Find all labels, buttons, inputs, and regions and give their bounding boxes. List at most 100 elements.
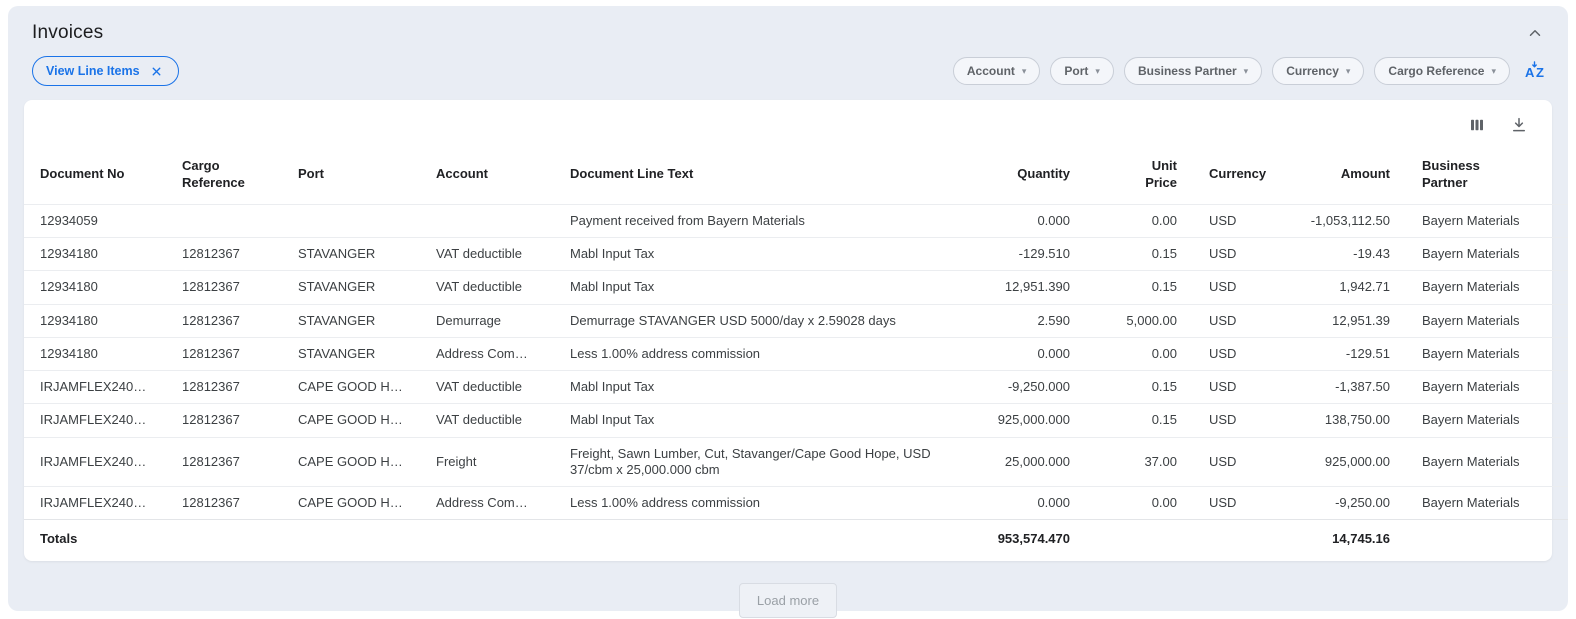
cell-quantity: 925,000.000 <box>970 404 1086 437</box>
cell-document-line-text: Demurrage STAVANGER USD 5000/day x 2.590… <box>554 304 970 337</box>
cell-cargo-reference: 12812367 <box>166 437 282 487</box>
column-header-document-no: Document No <box>24 146 166 204</box>
filter-label: Currency <box>1286 64 1339 78</box>
cell-unit-price: 0.15 <box>1086 371 1193 404</box>
invoices-table-card: Document NoCargo ReferencePortAccountDoc… <box>24 100 1552 561</box>
invoices-panel: Invoices View Line Items Account▾Port▾Bu… <box>8 6 1568 611</box>
column-header-cargo-reference: Cargo Reference <box>166 146 282 204</box>
cell-unit-price: 0.15 <box>1086 238 1193 271</box>
column-header-quantity: Quantity <box>970 146 1086 204</box>
filter-label: Business Partner <box>1138 64 1237 78</box>
table-row[interactable]: 1293418012812367STAVANGERAddress Commis…… <box>24 337 1568 370</box>
cell-amount: -1,053,112.50 <box>1270 204 1406 237</box>
filter-cargo-reference[interactable]: Cargo Reference▾ <box>1374 57 1510 85</box>
table-header-row: Document NoCargo ReferencePortAccountDoc… <box>24 146 1568 204</box>
table-row[interactable]: IRJAMFLEX24000412812367CAPE GOOD HOPEVAT… <box>24 404 1568 437</box>
filter-label: Cargo Reference <box>1388 64 1484 78</box>
cell-document-line-text: Less 1.00% address commission <box>554 337 970 370</box>
table-row[interactable]: 1293418012812367STAVANGERDemurrageDemurr… <box>24 304 1568 337</box>
load-more-button[interactable]: Load more <box>739 583 837 618</box>
cell-amount: 12,951.39 <box>1270 304 1406 337</box>
cell-document-line-text: Less 1.00% address commission <box>554 487 970 520</box>
cell-cargo-reference: 12812367 <box>166 271 282 304</box>
table-row[interactable]: 1293418012812367STAVANGERVAT deductibleM… <box>24 238 1568 271</box>
toolbar: View Line Items Account▾Port▾Business Pa… <box>8 44 1568 86</box>
cell-amount: 138,750.00 <box>1270 404 1406 437</box>
cell-port <box>282 204 420 237</box>
chevron-down-icon: ▾ <box>1022 67 1027 76</box>
table-row[interactable]: 12934059 Payment received from Bayern Mat… <box>24 204 1568 237</box>
filter-currency[interactable]: Currency▾ <box>1272 57 1364 85</box>
page-title: Invoices <box>32 22 103 44</box>
table-row[interactable]: IRJAMFLEX24000412812367CAPE GOOD HOPEAdd… <box>24 487 1568 520</box>
cell-amount: 925,000.00 <box>1270 437 1406 487</box>
cell-business-partner: Bayern Materials <box>1406 304 1568 337</box>
chevron-down-icon: ▾ <box>1095 67 1100 76</box>
cell-port: STAVANGER <box>282 271 420 304</box>
cell-business-partner: Bayern Materials <box>1406 204 1568 237</box>
download-icon[interactable] <box>1508 114 1530 136</box>
filter-label: Account <box>967 64 1015 78</box>
totals-quantity: 953,574.470 <box>970 520 1086 560</box>
filter-account[interactable]: Account ▾ <box>953 57 1041 85</box>
cell-account: VAT deductible <box>420 404 554 437</box>
totals-row: Totals 953,574.470 14,745.16 <box>24 520 1568 560</box>
cell-unit-price: 0.15 <box>1086 404 1193 437</box>
cell-currency: USD <box>1193 271 1270 304</box>
view-line-items-chip[interactable]: View Line Items <box>32 56 179 86</box>
table-row[interactable]: 1293418012812367STAVANGERVAT deductibleM… <box>24 271 1568 304</box>
filter-port[interactable]: Port▾ <box>1050 57 1114 85</box>
columns-icon[interactable] <box>1466 114 1488 136</box>
cell-business-partner: Bayern Materials <box>1406 487 1568 520</box>
cell-document-no: IRJAMFLEX240004 <box>24 487 166 520</box>
cell-unit-price: 5,000.00 <box>1086 304 1193 337</box>
cell-document-no: IRJAMFLEX240004 <box>24 437 166 487</box>
cell-currency: USD <box>1193 304 1270 337</box>
cell-document-no: 12934059 <box>24 204 166 237</box>
cell-port: STAVANGER <box>282 337 420 370</box>
cell-account: Demurrage <box>420 304 554 337</box>
svg-text:Z: Z <box>1536 65 1544 80</box>
cell-amount: -9,250.00 <box>1270 487 1406 520</box>
cell-account: Freight <box>420 437 554 487</box>
cell-quantity: -9,250.000 <box>970 371 1086 404</box>
cell-document-line-text: Payment received from Bayern Materials <box>554 204 970 237</box>
table-actions <box>24 100 1552 146</box>
cell-account: VAT deductible <box>420 238 554 271</box>
cell-unit-price: 0.00 <box>1086 204 1193 237</box>
cell-cargo-reference: 12812367 <box>166 238 282 271</box>
cell-port: CAPE GOOD HOPE <box>282 487 420 520</box>
filter-business-partner[interactable]: Business Partner▾ <box>1124 57 1262 85</box>
table-row[interactable]: IRJAMFLEX24000412812367CAPE GOOD HOPEFre… <box>24 437 1568 487</box>
column-header-unit-price: Unit Price <box>1086 146 1193 204</box>
table-row[interactable]: IRJAMFLEX24000412812367CAPE GOOD HOPEVAT… <box>24 371 1568 404</box>
cell-amount: -129.51 <box>1270 337 1406 370</box>
cell-account <box>420 204 554 237</box>
cell-cargo-reference: 12812367 <box>166 487 282 520</box>
cell-document-line-text: Freight, Sawn Lumber, Cut, Stavanger/Cap… <box>554 437 970 487</box>
cell-document-no: 12934180 <box>24 304 166 337</box>
cell-document-no: IRJAMFLEX240004 <box>24 371 166 404</box>
cell-document-line-text: Mabl Input Tax <box>554 371 970 404</box>
cell-cargo-reference <box>166 204 282 237</box>
cell-quantity: 25,000.000 <box>970 437 1086 487</box>
sort-alpha-icon[interactable]: A Z <box>1522 58 1550 84</box>
cell-business-partner: Bayern Materials <box>1406 437 1568 487</box>
cell-cargo-reference: 12812367 <box>166 404 282 437</box>
totals-label: Totals <box>24 520 166 560</box>
cell-account: VAT deductible <box>420 371 554 404</box>
cell-quantity: 2.590 <box>970 304 1086 337</box>
close-icon[interactable] <box>148 63 165 80</box>
cell-quantity: 12,951.390 <box>970 271 1086 304</box>
cell-business-partner: Bayern Materials <box>1406 404 1568 437</box>
cell-document-no: 12934180 <box>24 271 166 304</box>
cell-business-partner: Bayern Materials <box>1406 371 1568 404</box>
cell-account: VAT deductible <box>420 271 554 304</box>
column-header-amount: Amount <box>1270 146 1406 204</box>
cell-business-partner: Bayern Materials <box>1406 271 1568 304</box>
cell-amount: -1,387.50 <box>1270 371 1406 404</box>
cell-quantity: 0.000 <box>970 204 1086 237</box>
collapse-chevron-up-icon[interactable] <box>1524 22 1546 44</box>
cell-currency: USD <box>1193 487 1270 520</box>
column-header-business-partner: Business Partner <box>1406 146 1568 204</box>
